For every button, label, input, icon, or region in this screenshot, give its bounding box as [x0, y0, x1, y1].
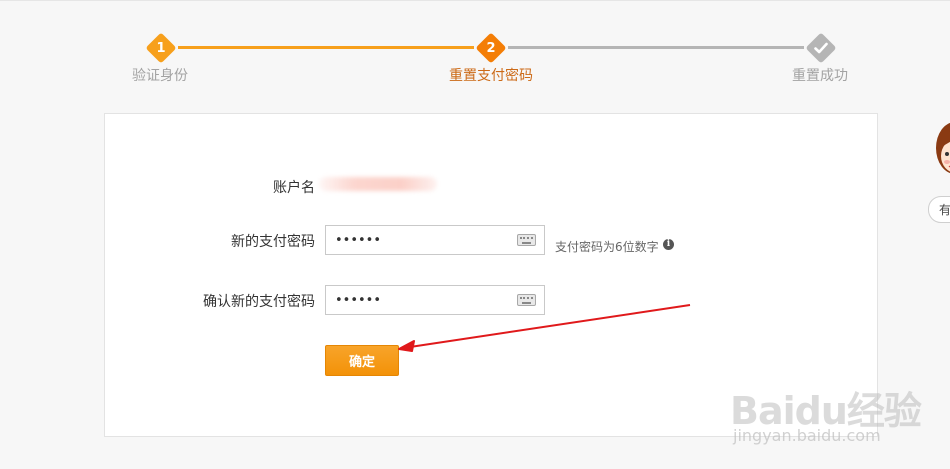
watermark-url: jingyan.baidu.com [733, 426, 881, 445]
help-button[interactable]: 有 [928, 196, 950, 223]
avatar[interactable] [935, 118, 950, 184]
